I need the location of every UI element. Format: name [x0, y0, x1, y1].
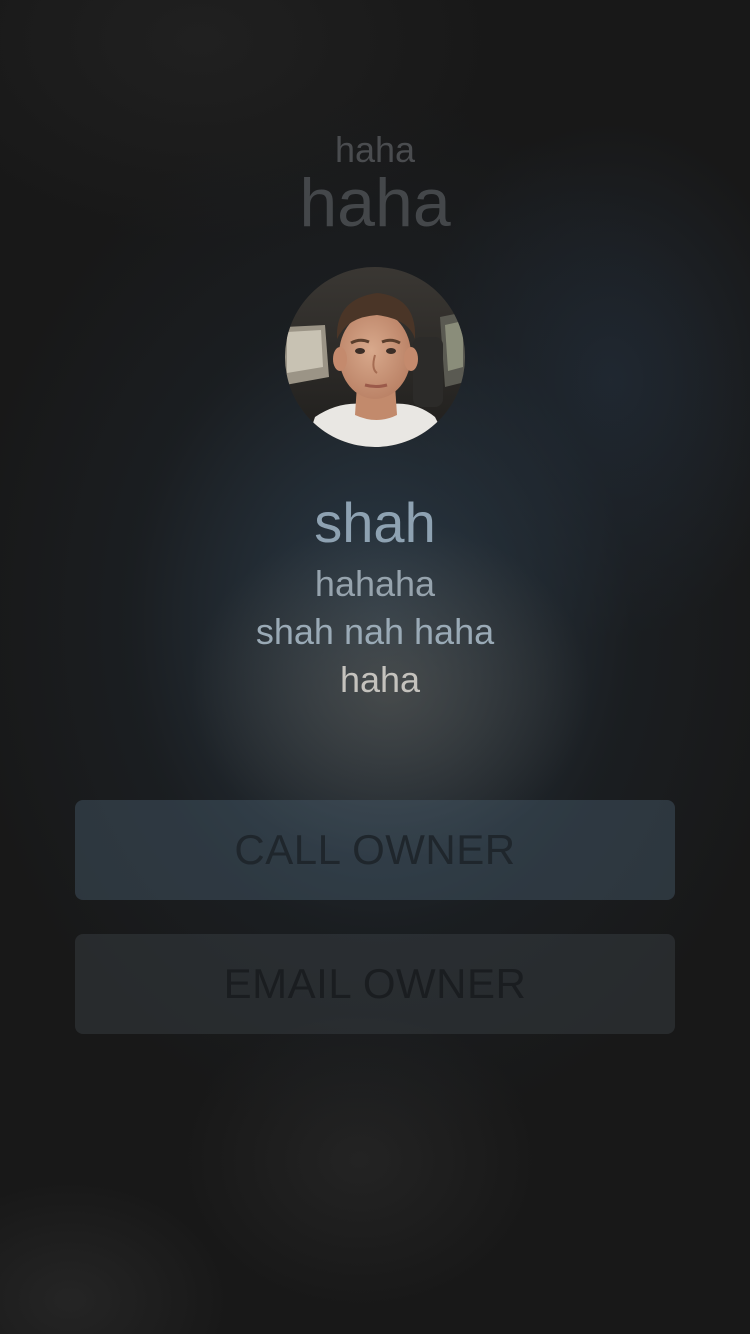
owner-detail-line-3: haha — [339, 659, 421, 700]
owner-name: shah — [314, 491, 436, 554]
header-title: haha — [299, 165, 451, 241]
email-owner-button[interactable]: EMAIL OWNER — [75, 934, 675, 1034]
owner-detail-line-1: hahaha — [314, 563, 436, 604]
call-owner-button[interactable]: CALL OWNER — [75, 800, 675, 900]
profile-photo — [285, 267, 465, 447]
avatar — [285, 267, 465, 447]
owner-contact-screen: haha haha shah hahaha shah nah haha haha… — [0, 0, 750, 1334]
owner-detail-line-2: shah nah haha — [255, 611, 495, 652]
